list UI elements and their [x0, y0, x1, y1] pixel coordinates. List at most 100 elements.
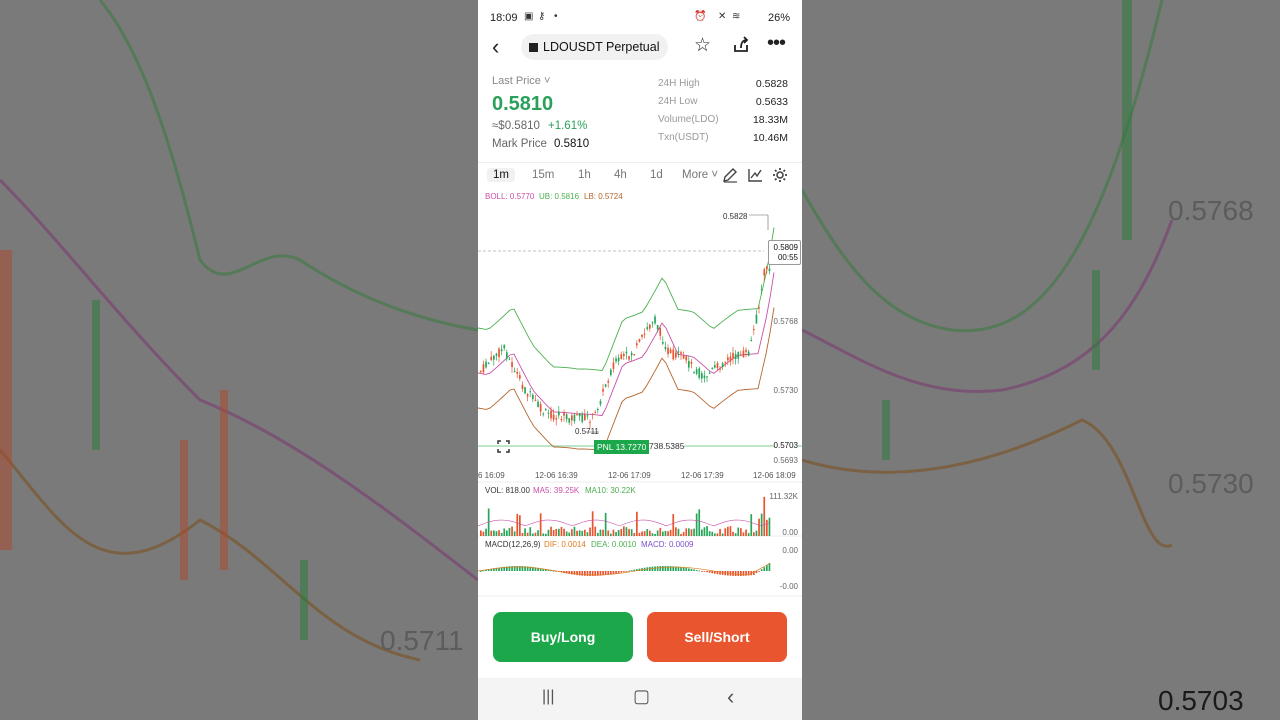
back-arrow-icon[interactable]: ‹ — [492, 35, 499, 59]
candle-body — [714, 365, 716, 368]
volume-bar — [638, 532, 641, 536]
candle-body — [487, 363, 490, 365]
volume-bar — [667, 531, 669, 536]
volume-bar — [664, 530, 667, 536]
settings-gear-icon[interactable] — [772, 167, 788, 183]
volume-bar — [623, 526, 625, 536]
macd-bar — [617, 571, 620, 573]
recents-icon[interactable]: ||| — [542, 688, 554, 706]
candle-body — [623, 353, 625, 357]
candle-body — [555, 418, 558, 420]
candle-body — [565, 414, 568, 420]
favorite-star-icon[interactable]: ☆ — [694, 34, 711, 57]
candle-body — [550, 410, 552, 419]
last-price-label[interactable]: Last Price ˅ — [492, 75, 550, 87]
kline-chart[interactable]: BOLL: 0.5770 UB: 0.5816 LB: 0.5724 0.582… — [478, 188, 802, 600]
pair-logo-icon — [529, 43, 538, 52]
stat-label: 24H High — [658, 78, 700, 89]
macd-bar — [758, 571, 760, 572]
volume-legend: VOL: 818.00 — [485, 486, 530, 495]
volume-bar — [529, 527, 532, 536]
macd-bar — [664, 566, 667, 571]
tab-4h[interactable]: 4h — [608, 168, 633, 182]
pair-name: LDOUSDT Perpetual — [543, 40, 660, 54]
volume-bar — [742, 532, 745, 536]
volume-bar — [630, 529, 633, 536]
home-icon[interactable]: ▢ — [633, 686, 650, 707]
volume-bar — [612, 529, 615, 536]
stat-value: 10.46M — [752, 132, 788, 144]
volume-bar — [568, 532, 571, 536]
volume-bar — [565, 531, 568, 536]
macd-bar — [573, 571, 576, 575]
candle-body — [636, 343, 638, 346]
volume-bar — [651, 533, 654, 536]
volume-bar — [763, 496, 766, 536]
volume-bar — [628, 529, 630, 536]
tab-more[interactable]: More ˅ — [676, 168, 724, 182]
ub-legend: UB: 0.5816 — [539, 192, 580, 201]
macd-bar — [711, 571, 714, 574]
macd-bar — [701, 571, 703, 572]
candle-body — [690, 361, 693, 364]
candle-body — [586, 415, 589, 417]
more-options-icon[interactable]: ••• — [767, 32, 786, 55]
volume-bar — [571, 529, 573, 536]
macd-bar — [659, 566, 662, 571]
volume-bar — [500, 532, 503, 536]
macd-bar — [610, 571, 612, 575]
volume-bar — [495, 531, 498, 536]
volume-bar — [555, 528, 558, 536]
volume-bar — [766, 519, 768, 536]
candle-body — [610, 369, 612, 376]
sell-short-button[interactable]: Sell/Short — [647, 612, 787, 662]
candle-body — [682, 355, 685, 359]
volume-bar — [711, 531, 714, 536]
gallery-icon: ▣ — [524, 11, 534, 22]
volume-bar — [729, 526, 732, 536]
draw-pencil-icon[interactable] — [722, 167, 738, 183]
tab-1h[interactable]: 1h — [572, 168, 597, 182]
share-icon[interactable] — [732, 36, 750, 54]
candle-body — [493, 355, 495, 360]
candle-body — [724, 362, 727, 364]
macd-bar — [654, 566, 656, 571]
volume-bar — [747, 533, 750, 536]
macd-bar — [763, 567, 766, 571]
volume-bar — [727, 526, 729, 536]
pnl-badge[interactable]: PNL 13.7270 — [594, 440, 650, 454]
volume-bar — [685, 528, 688, 536]
volume-bar — [701, 529, 703, 536]
tab-1d[interactable]: 1d — [644, 168, 669, 182]
candle-body — [708, 372, 711, 374]
candle-body — [701, 373, 703, 379]
candle-body — [675, 352, 677, 358]
buy-long-button[interactable]: Buy/Long — [493, 612, 633, 662]
system-back-icon[interactable]: ‹ — [727, 684, 734, 710]
candle-body — [737, 351, 740, 359]
volume-bar — [589, 527, 591, 536]
background-chart-right: 0.5768 0.5730 0.5703 — [802, 0, 1280, 720]
pair-selector[interactable]: LDOUSDT Perpetual — [521, 34, 668, 60]
macd-bar — [719, 571, 721, 575]
macd-bar — [740, 571, 742, 576]
candle-body — [719, 368, 721, 370]
tab-1m[interactable]: 1m — [487, 168, 515, 182]
volume-bar — [719, 528, 721, 536]
indicator-icon[interactable] — [747, 167, 763, 183]
volume-bar — [734, 533, 737, 536]
candle-body — [768, 268, 771, 271]
candle-body — [571, 415, 573, 421]
candle-body — [547, 412, 550, 414]
candle-body — [706, 376, 708, 378]
volume-bar — [537, 530, 539, 536]
macd-bar — [698, 570, 701, 572]
stat-label: Txn(USDT) — [658, 132, 709, 143]
tab-15m[interactable]: 15m — [526, 168, 560, 182]
macd-bar — [620, 571, 623, 573]
candle-body — [721, 363, 724, 368]
fullscreen-icon[interactable] — [497, 440, 510, 453]
candle-body — [508, 358, 511, 360]
candle-body — [573, 414, 576, 422]
dif-legend: DIF: 0.0014 — [544, 540, 586, 549]
